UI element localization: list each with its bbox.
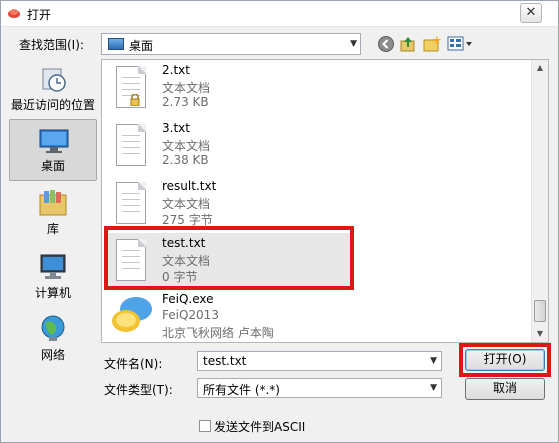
place-recent[interactable]: 最近访问的位置 bbox=[9, 59, 97, 121]
lookin-value: 桌面 bbox=[129, 39, 154, 53]
chevron-down-icon: ▼ bbox=[350, 39, 357, 49]
send-ascii-label: 发送文件到ASCII bbox=[214, 420, 306, 434]
red-highlight-box bbox=[459, 343, 551, 377]
text-file-icon bbox=[116, 124, 146, 166]
app-logo-icon bbox=[8, 9, 20, 18]
up-folder-button[interactable] bbox=[399, 35, 417, 53]
file-name: result.txt bbox=[162, 179, 217, 193]
place-label: 桌面 bbox=[40, 159, 65, 173]
filename-label: 文件名(N): bbox=[104, 357, 163, 371]
file-type: 文本文档 bbox=[162, 197, 211, 211]
place-desktop[interactable]: 桌面 bbox=[9, 119, 97, 181]
file-size: 2.38 KB bbox=[162, 153, 209, 167]
computer-icon bbox=[40, 254, 66, 279]
place-computer[interactable]: 计算机 bbox=[9, 247, 97, 309]
text-file-icon bbox=[116, 182, 146, 224]
open-file-dialog: 打开 ✕ 查找范围(I): 桌面 ▼ 最近访问的位置 桌面 库 计算机 网络 2… bbox=[0, 0, 559, 443]
window-title: 打开 bbox=[27, 8, 52, 22]
filetype-label: 文件类型(T): bbox=[104, 383, 173, 397]
file-item[interactable]: 3.txt 文本文档 2.38 KB bbox=[104, 118, 534, 174]
place-label: 网络 bbox=[40, 348, 65, 362]
red-highlight-box bbox=[104, 226, 354, 290]
scroll-up-icon[interactable]: ▲ bbox=[532, 60, 548, 76]
feiq-app-icon bbox=[112, 297, 152, 332]
lookin-label: 查找范围(I): bbox=[19, 38, 84, 52]
place-label: 最近访问的位置 bbox=[10, 98, 95, 112]
file-type: 文本文档 bbox=[162, 81, 211, 95]
file-type: FeiQ2013 bbox=[162, 308, 219, 322]
file-name: FeiQ.exe bbox=[162, 292, 214, 306]
filename-value: test.txt bbox=[203, 354, 247, 368]
file-size: 2.73 KB bbox=[162, 95, 209, 109]
scroll-down-icon[interactable]: ▼ bbox=[532, 326, 548, 342]
file-company: 北京飞秋网络 卢本陶 bbox=[162, 326, 274, 340]
close-icon: ✕ bbox=[525, 5, 537, 20]
view-menu-button[interactable] bbox=[447, 35, 473, 53]
file-list: 2.txt 文本文档 2.73 KB 3.txt 文本文档 2.38 KB re… bbox=[101, 59, 549, 343]
new-folder-button[interactable] bbox=[423, 35, 441, 53]
close-button[interactable]: ✕ bbox=[520, 3, 542, 23]
lookin-dropdown[interactable]: 桌面 ▼ bbox=[101, 33, 361, 55]
place-label: 计算机 bbox=[34, 286, 71, 300]
vertical-scrollbar[interactable]: ▲ ▼ bbox=[531, 60, 548, 342]
title-bar: 打开 ✕ bbox=[1, 1, 558, 27]
filetype-select[interactable]: 所有文件 (*.*) ▼ bbox=[197, 378, 442, 398]
place-network[interactable]: 网络 bbox=[9, 309, 97, 371]
recent-places-icon bbox=[42, 68, 66, 92]
back-button[interactable] bbox=[377, 35, 395, 53]
file-item[interactable]: FeiQ.exe FeiQ2013 北京飞秋网络 卢本陶 bbox=[104, 289, 534, 342]
libraries-icon bbox=[39, 190, 67, 216]
file-name: 2.txt bbox=[162, 63, 190, 77]
lock-icon bbox=[130, 94, 140, 106]
place-libraries[interactable]: 库 bbox=[9, 183, 97, 245]
place-label: 库 bbox=[46, 222, 59, 236]
places-bar: 最近访问的位置 桌面 库 计算机 网络 bbox=[9, 59, 99, 379]
chevron-down-icon: ▼ bbox=[430, 383, 437, 393]
scroll-thumb[interactable] bbox=[534, 300, 546, 322]
network-icon bbox=[41, 315, 65, 341]
file-item[interactable]: 2.txt 文本文档 2.73 KB bbox=[104, 60, 534, 116]
cancel-button[interactable]: 取消 bbox=[465, 378, 545, 400]
desktop-icon bbox=[39, 129, 69, 153]
file-type: 文本文档 bbox=[162, 139, 211, 153]
send-ascii-checkbox[interactable] bbox=[199, 420, 211, 432]
desktop-icon bbox=[108, 38, 124, 50]
filetype-value: 所有文件 (*.*) bbox=[203, 383, 280, 397]
chevron-down-icon: ▼ bbox=[430, 356, 437, 366]
file-item[interactable]: result.txt 文本文档 275 字节 bbox=[104, 176, 534, 232]
filename-input[interactable]: test.txt ▼ bbox=[197, 351, 442, 371]
file-name: 3.txt bbox=[162, 121, 190, 135]
